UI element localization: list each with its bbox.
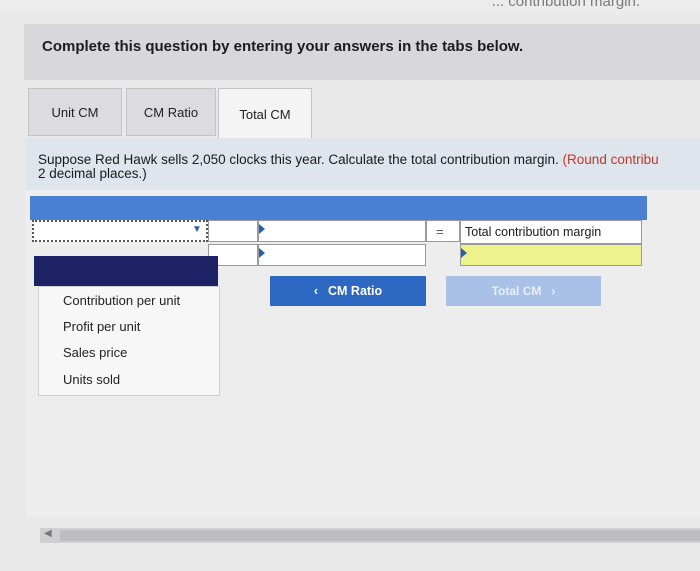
next-tab-button: Total CM ›	[446, 276, 601, 306]
tab-cm-ratio[interactable]: CM Ratio	[126, 88, 216, 136]
tab-label: CM Ratio	[143, 104, 199, 120]
tab-label: Unit CM	[51, 104, 99, 120]
dropdown-option-units-sold[interactable]: Units sold	[63, 372, 120, 387]
prev-tab-button[interactable]: ‹ CM Ratio	[270, 276, 426, 306]
dropdown-option-contribution-per-unit[interactable]: Contribution per unit	[63, 293, 180, 308]
total-cm-input[interactable]	[460, 244, 642, 266]
tab-total-cm[interactable]: Total CM	[218, 88, 312, 139]
prev-label: CM Ratio	[328, 284, 383, 298]
amount-input-2[interactable]	[258, 244, 426, 266]
equals-sign: =	[436, 224, 444, 239]
instruction-text: Suppose Red Hawk sells 2,050 clocks this…	[38, 152, 559, 167]
instruction-line-2: 2 decimal places.)	[38, 166, 147, 181]
factor-select[interactable]	[32, 220, 208, 242]
dropdown-option-profit-per-unit[interactable]: Profit per unit	[63, 319, 140, 334]
scroll-left-icon[interactable]: ◀	[44, 528, 52, 539]
rounding-note: (Round contribu	[562, 152, 659, 167]
dropdown-highlight-row[interactable]	[34, 256, 218, 286]
chevron-right-icon: ›	[551, 284, 556, 298]
factor-select-2[interactable]	[258, 220, 426, 242]
chevron-left-icon: ‹	[313, 284, 318, 298]
tab-unit-cm[interactable]: Unit CM	[28, 88, 122, 136]
input-marker-icon	[259, 248, 265, 258]
top-cropped-area: ... contribution margin.	[0, 0, 700, 14]
chevron-down-icon[interactable]: ▼	[192, 224, 202, 235]
table-header	[30, 196, 647, 220]
dropdown-option-sales-price[interactable]: Sales price	[63, 345, 127, 360]
question-header-text: Complete this question by entering your …	[42, 38, 524, 55]
instruction-line-1: Suppose Red Hawk sells 2,050 clocks this…	[38, 152, 659, 167]
result-label: Total contribution margin	[465, 225, 602, 239]
dropdown-menu: Contribution per unit Profit per unit Sa…	[38, 286, 220, 396]
next-label: Total CM	[491, 284, 542, 298]
tab-label: Total CM	[239, 106, 291, 122]
top-cropped-text: ... contribution margin.	[491, 0, 640, 10]
input-marker-icon	[461, 248, 467, 258]
scrollbar-thumb[interactable]	[60, 530, 700, 541]
input-marker-icon	[259, 224, 265, 234]
operator-cell[interactable]	[208, 220, 258, 242]
